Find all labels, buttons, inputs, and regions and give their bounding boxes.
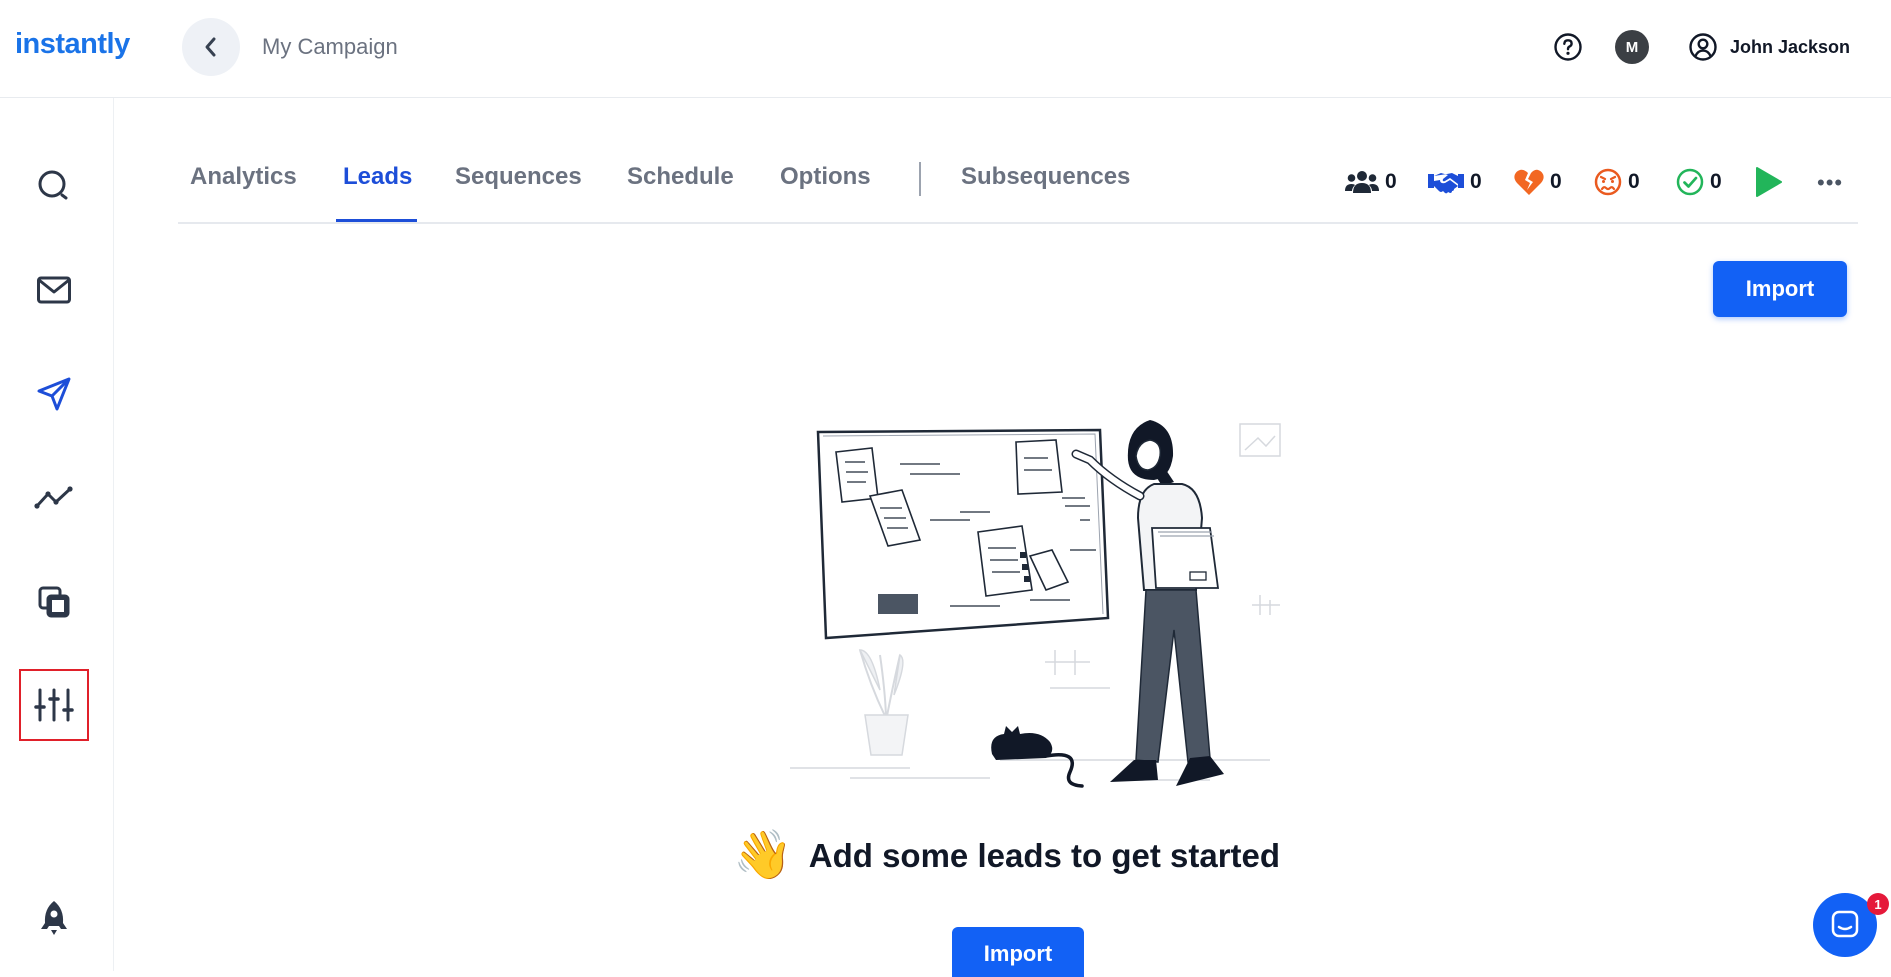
app-logo[interactable]: instantly <box>15 28 130 61</box>
chat-notification-badge: 1 <box>1867 893 1889 915</box>
stat-leads[interactable]: 0 <box>1345 166 1397 198</box>
sidebar-item-campaigns[interactable] <box>19 358 89 430</box>
stat-leads-value: 0 <box>1385 170 1397 193</box>
copy-icon <box>38 586 70 618</box>
user-name[interactable]: John Jackson <box>1730 37 1850 58</box>
broken-heart-icon <box>1514 169 1544 195</box>
import-button-top[interactable]: Import <box>1713 261 1847 317</box>
more-options-icon[interactable]: ••• <box>1817 170 1843 196</box>
tab-sequences[interactable]: Sequences <box>455 163 582 191</box>
sidebar-item-analytics[interactable] <box>19 462 89 534</box>
tab-schedule[interactable]: Schedule <box>627 163 734 191</box>
campaign-name[interactable]: My Campaign <box>262 34 398 60</box>
stat-completed[interactable]: 0 <box>1676 166 1722 198</box>
stat-bounced-value: 0 <box>1550 170 1562 193</box>
users-icon <box>1345 171 1379 193</box>
stat-unsubscribed[interactable]: 0 <box>1594 166 1640 198</box>
workspace-avatar[interactable]: M <box>1615 30 1649 64</box>
search-icon <box>38 170 68 200</box>
check-circle-icon <box>1676 168 1704 196</box>
mail-icon <box>37 276 71 304</box>
back-button[interactable] <box>182 18 240 76</box>
chat-icon <box>1831 910 1859 938</box>
send-icon <box>37 377 71 411</box>
user-circle-icon[interactable] <box>1688 32 1718 62</box>
sidebar <box>0 98 114 971</box>
chevron-left-icon <box>205 37 216 57</box>
play-icon[interactable] <box>1755 166 1783 198</box>
sidebar-item-search[interactable] <box>19 150 89 222</box>
angry-face-icon <box>1594 168 1622 196</box>
import-button-bottom[interactable]: Import <box>952 927 1084 977</box>
stat-unsubscribed-value: 0 <box>1628 170 1640 193</box>
handshake-icon <box>1428 173 1464 194</box>
sidebar-item-templates[interactable] <box>19 566 89 638</box>
empty-state-text: Add some leads to get started <box>808 837 1281 874</box>
stat-contacted[interactable]: 0 <box>1428 166 1482 198</box>
analytics-icon <box>34 486 73 509</box>
empty-state-message: 👋 Add some leads to get started <box>733 826 1280 886</box>
stat-contacted-value: 0 <box>1470 170 1482 193</box>
tab-subsequences[interactable]: Subsequences <box>961 163 1130 191</box>
stat-completed-value: 0 <box>1710 170 1722 193</box>
help-icon[interactable] <box>1553 32 1583 62</box>
top-bar: instantly My Campaign M John Jackson <box>0 0 1891 98</box>
empty-state-illustration <box>790 420 1281 788</box>
sidebar-item-launch[interactable] <box>19 882 89 954</box>
sidebar-item-mail[interactable] <box>19 254 89 326</box>
stat-bounced[interactable]: 0 <box>1514 166 1562 198</box>
tab-leads[interactable]: Leads <box>343 163 412 191</box>
waving-hand-emoji: 👋 <box>733 829 793 882</box>
sidebar-item-settings[interactable] <box>19 669 89 741</box>
tab-divider <box>919 162 921 196</box>
tab-options[interactable]: Options <box>780 163 871 191</box>
tab-analytics[interactable]: Analytics <box>190 163 297 191</box>
sliders-icon <box>34 688 74 722</box>
active-tab-indicator <box>336 219 417 222</box>
rocket-icon <box>41 901 67 935</box>
